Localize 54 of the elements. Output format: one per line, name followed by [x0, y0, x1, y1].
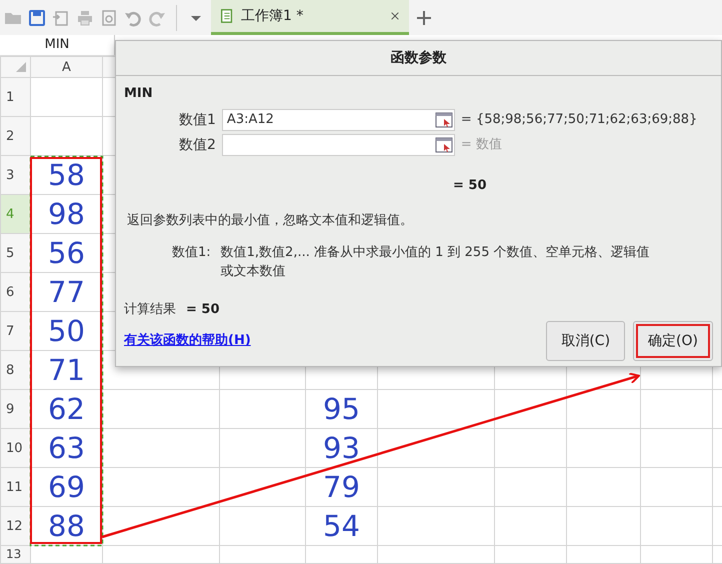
save-icon[interactable] — [28, 8, 46, 26]
table-cell: 62 — [30, 390, 102, 428]
row-header[interactable]: 3 — [0, 156, 30, 194]
table-cell: 95 — [306, 390, 378, 428]
range-select-icon[interactable] — [434, 111, 454, 129]
close-icon[interactable] — [389, 10, 401, 22]
print-preview-icon[interactable] — [100, 8, 118, 26]
table-cell: 69 — [30, 468, 102, 506]
help-link[interactable]: 有关该函数的帮助(H) — [124, 331, 251, 351]
table-cell: 93 — [306, 428, 378, 468]
table-cell: 58 — [30, 156, 102, 194]
row-header[interactable]: 5 — [0, 234, 30, 272]
add-icon[interactable] — [415, 8, 433, 26]
row-header[interactable]: 1 — [0, 78, 30, 116]
table-cell: 63 — [30, 428, 102, 468]
argument-label: 数值1 — [179, 110, 216, 130]
function-description: 返回参数列表中的最小值，忽略文本值和逻辑值。 — [127, 212, 413, 230]
row-header[interactable]: 2 — [0, 116, 30, 156]
argument-field[interactable]: A3:A12 — [222, 109, 455, 131]
table-cell: 88 — [30, 506, 102, 546]
row-header[interactable]: 7 — [0, 312, 30, 350]
workbook-tab[interactable]: 工作簿1 * — [211, 0, 409, 35]
dialog-button[interactable]: 确定(O) — [633, 321, 713, 361]
row-header[interactable]: 8 — [0, 350, 30, 390]
row-header[interactable]: 13 — [0, 546, 30, 564]
result-value: = 50 — [186, 300, 220, 318]
table-cell: 98 — [30, 194, 102, 234]
argument-result: = {58;98;56;77;50;71;62;63;69;88} — [460, 111, 698, 130]
row-header[interactable]: 6 — [0, 272, 30, 312]
argument-result: = 数值 — [460, 136, 502, 154]
print-icon[interactable] — [76, 8, 94, 26]
document-icon[interactable] — [219, 8, 235, 24]
result-label: 计算结果 — [124, 300, 176, 318]
dialog-title: 函数参数 — [390, 48, 446, 68]
select-all-icon[interactable] — [16, 62, 26, 72]
table-cell: 54 — [306, 506, 378, 546]
column-header[interactable]: A — [30, 56, 102, 78]
argument-field[interactable] — [222, 134, 455, 156]
dialog-button[interactable]: 取消(C) — [546, 321, 626, 361]
table-cell: 77 — [30, 272, 102, 312]
table-cell: 50 — [30, 312, 102, 350]
row-header[interactable]: 10 — [0, 428, 30, 468]
argument-help-text: 数值1,数值2,... 准备从中求最小值的 1 到 255 个数值、空单元格、逻辑值或文本数值 — [220, 244, 651, 281]
argument-help-label: 数值1: — [172, 244, 211, 262]
table-cell: 56 — [30, 234, 102, 272]
argument-label: 数值2 — [179, 136, 216, 154]
function-name: MIN — [124, 85, 154, 103]
row-header[interactable]: 9 — [0, 390, 30, 428]
range-select-icon[interactable] — [434, 136, 454, 154]
row-header[interactable]: 12 — [0, 506, 30, 546]
export-icon[interactable] — [52, 8, 70, 26]
table-cell: 79 — [306, 468, 378, 506]
formula-result: = 50 — [453, 176, 487, 194]
row-header[interactable]: 11 — [0, 468, 30, 506]
